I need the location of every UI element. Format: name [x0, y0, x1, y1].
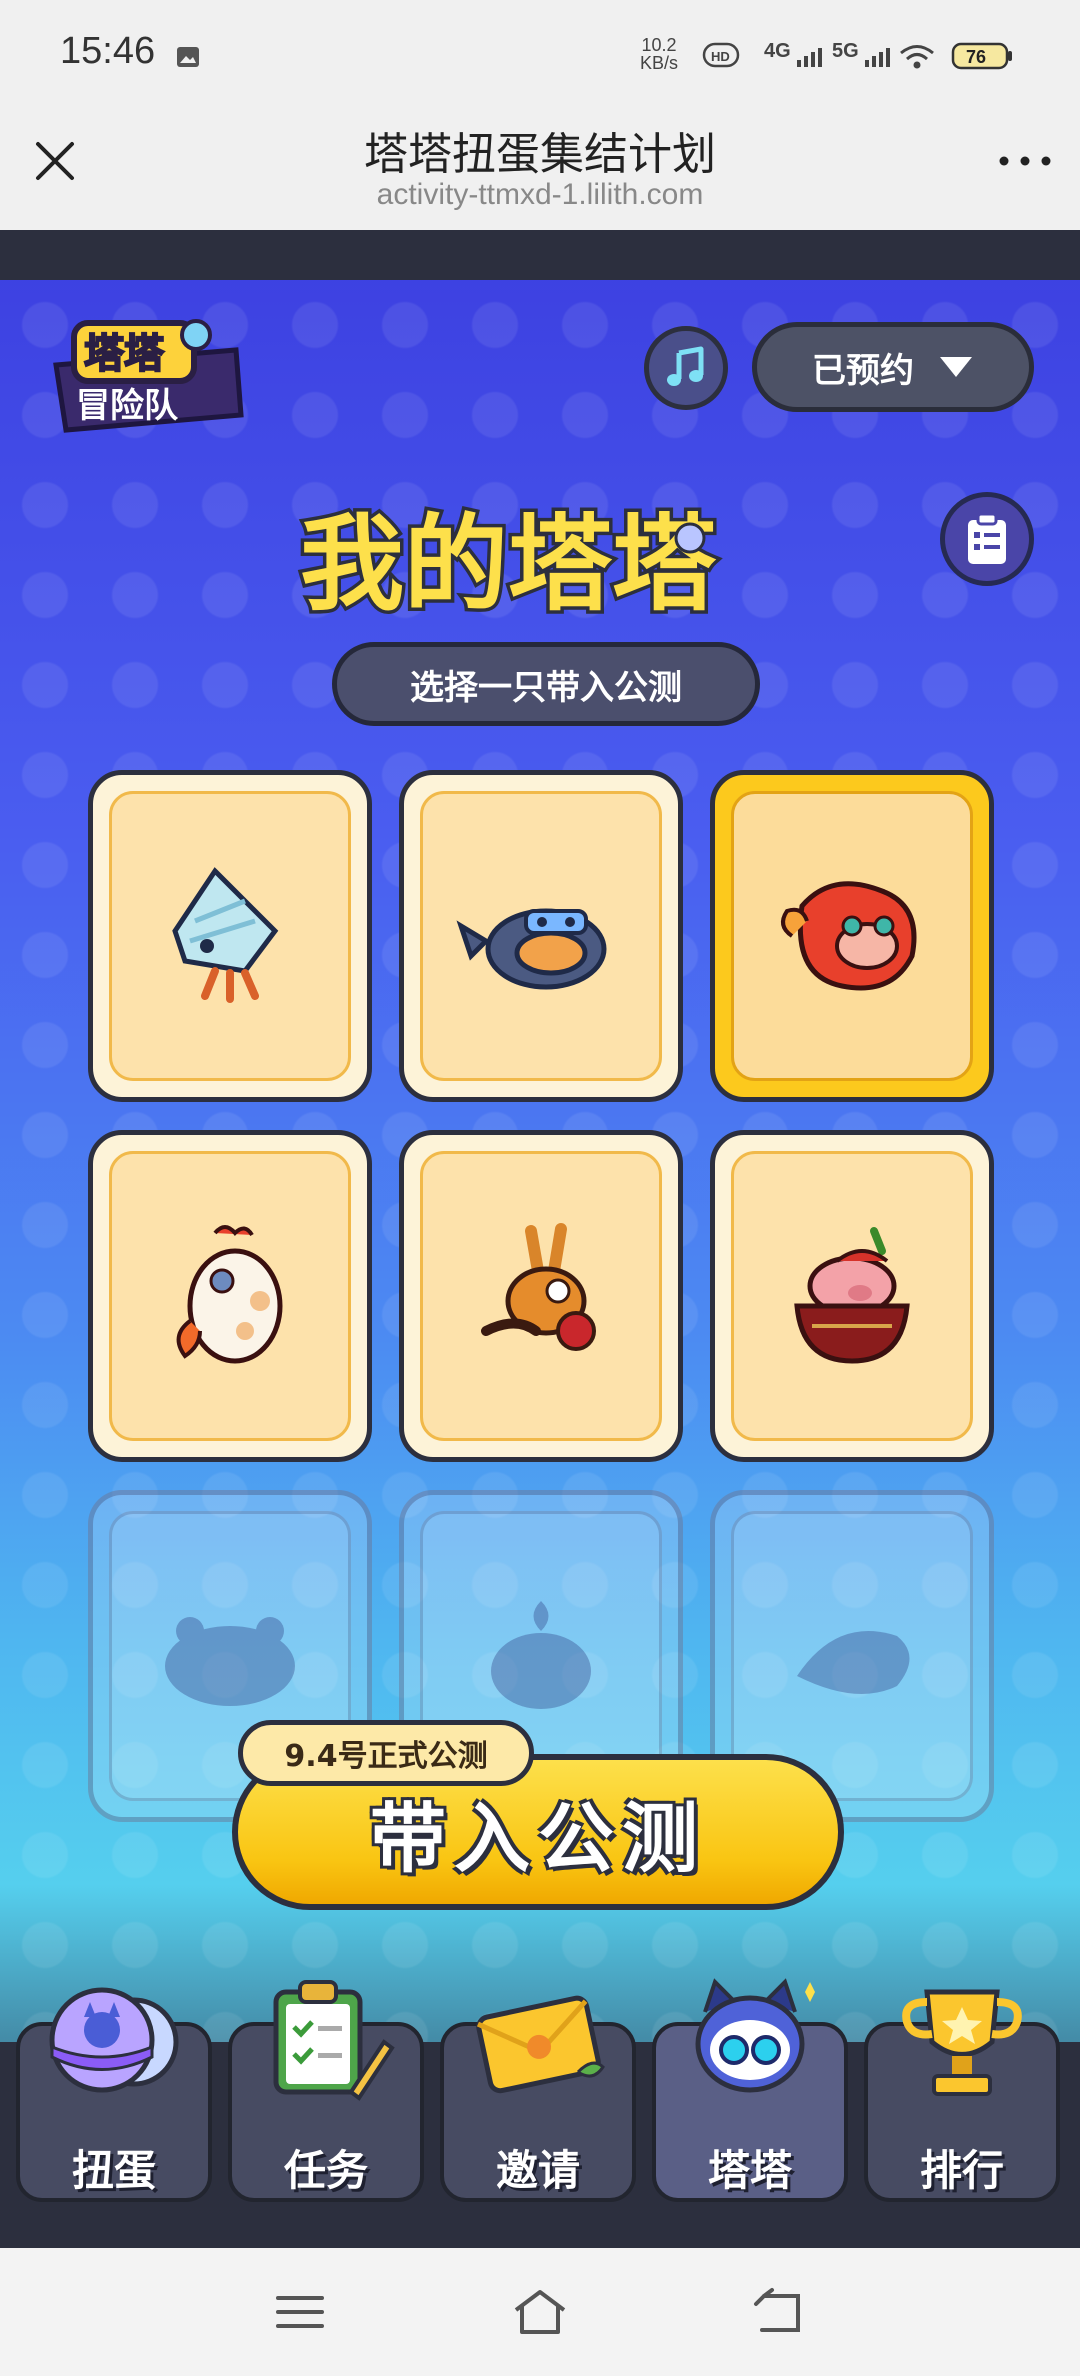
lizard-icon — [797, 1631, 910, 1694]
svg-text:冒险队: 冒险队 — [76, 386, 179, 426]
pet-card-4[interactable] — [88, 1130, 372, 1462]
battery-icon: 76 — [951, 42, 1012, 70]
signal-4g-label: 4G — [764, 40, 791, 62]
launch-date-tag: 9.4号正式公测 — [238, 1720, 534, 1786]
system-nav-bar — [0, 2248, 1080, 2376]
svg-text:HD: HD — [711, 49, 730, 64]
nav-gacha-label: 扭蛋 — [71, 2146, 156, 2195]
svg-text:塔塔: 塔塔 — [84, 331, 165, 377]
home-icon[interactable] — [510, 2286, 570, 2338]
nav-ranking[interactable]: 排行 — [864, 1972, 1060, 2202]
subtitle-pill: 选择一只带入公测 — [332, 642, 760, 726]
nav-invite[interactable]: 邀请 — [440, 1972, 636, 2202]
reserve-label: 已预约 — [812, 350, 914, 391]
chick-icon — [176, 1225, 283, 1364]
my-tata-title-text: 我的塔塔 — [300, 503, 717, 625]
hd-call-icon: HD — [702, 42, 740, 68]
pet-card-5[interactable] — [399, 1130, 683, 1462]
invite-envelope-icon — [476, 1995, 605, 2094]
sprout-bird-icon — [491, 1601, 591, 1709]
pet-card-2[interactable] — [399, 770, 683, 1102]
menu-icon[interactable] — [270, 2286, 330, 2338]
status-time: 15:46 — [60, 30, 156, 72]
kangaroo-icon — [481, 1223, 596, 1351]
launch-button-label: 带入公测 — [370, 1794, 706, 1883]
nav-tasks[interactable]: 任务 — [228, 1972, 424, 2202]
red-axolotl-icon — [781, 881, 917, 991]
hermit-crab-icon — [172, 867, 279, 1003]
wifi-icon — [900, 45, 934, 69]
pet-card-1[interactable] — [88, 770, 372, 1102]
signal-5g-label: 5G — [832, 40, 859, 62]
top-strip — [0, 230, 1080, 280]
more-options-icon[interactable] — [990, 136, 1060, 186]
reserve-dropdown[interactable]: 已预约 — [752, 322, 1034, 412]
music-note-icon — [667, 346, 704, 386]
status-bar: 15:46 10.2 KB/s HD 4G 5G 76 — [0, 0, 1080, 112]
music-button[interactable] — [644, 326, 728, 410]
pet-card-3-selected[interactable] — [710, 770, 994, 1102]
nav-ranking-label: 排行 — [919, 2146, 1004, 2195]
battery-level: 76 — [966, 47, 986, 67]
page-title: 塔塔扭蛋集结计划 — [364, 129, 716, 180]
nav-tasks-label: 任务 — [283, 2146, 368, 2195]
tata-robot-icon — [695, 1978, 815, 2093]
game-logo: 塔塔 冒险队 — [53, 319, 244, 433]
pig-bowl-icon — [794, 1227, 910, 1364]
signal-bars-2-icon — [865, 48, 890, 67]
nav-gacha[interactable]: 扭蛋 — [16, 1972, 212, 2202]
chevron-down-icon — [940, 357, 972, 377]
rules-button[interactable] — [940, 492, 1034, 586]
hamster-icon — [165, 1617, 295, 1706]
pet-card-6[interactable] — [710, 1130, 994, 1462]
browser-title-bar: 塔塔扭蛋集结计划 activity-ttmxd-1.lilith.com — [0, 112, 1080, 230]
my-tata-title: 我的塔塔 — [297, 500, 721, 629]
nav-invite-label: 邀请 — [495, 2146, 580, 2195]
platypus-icon — [456, 908, 607, 990]
page-url: activity-ttmxd-1.lilith.com — [376, 178, 704, 211]
back-icon[interactable] — [750, 2286, 810, 2338]
nav-tata-active[interactable]: 塔塔 — [652, 1972, 848, 2202]
signal-bars-icon — [797, 48, 822, 67]
clipboard-icon — [968, 512, 1006, 564]
task-clipboard-icon — [273, 1980, 395, 2101]
gallery-notification-icon — [177, 47, 199, 67]
gacha-capsule-icon — [49, 1987, 179, 2093]
game-area: 塔塔 冒险队 已预约 我的塔塔 选择一只带入公测 9.4号正式公测 带入公测 扭… — [0, 230, 1080, 2248]
nav-tata-label: 塔塔 — [707, 2146, 792, 2195]
trophy-icon — [902, 1989, 1022, 2096]
net-speed: 10.2 KB/s — [640, 35, 679, 73]
